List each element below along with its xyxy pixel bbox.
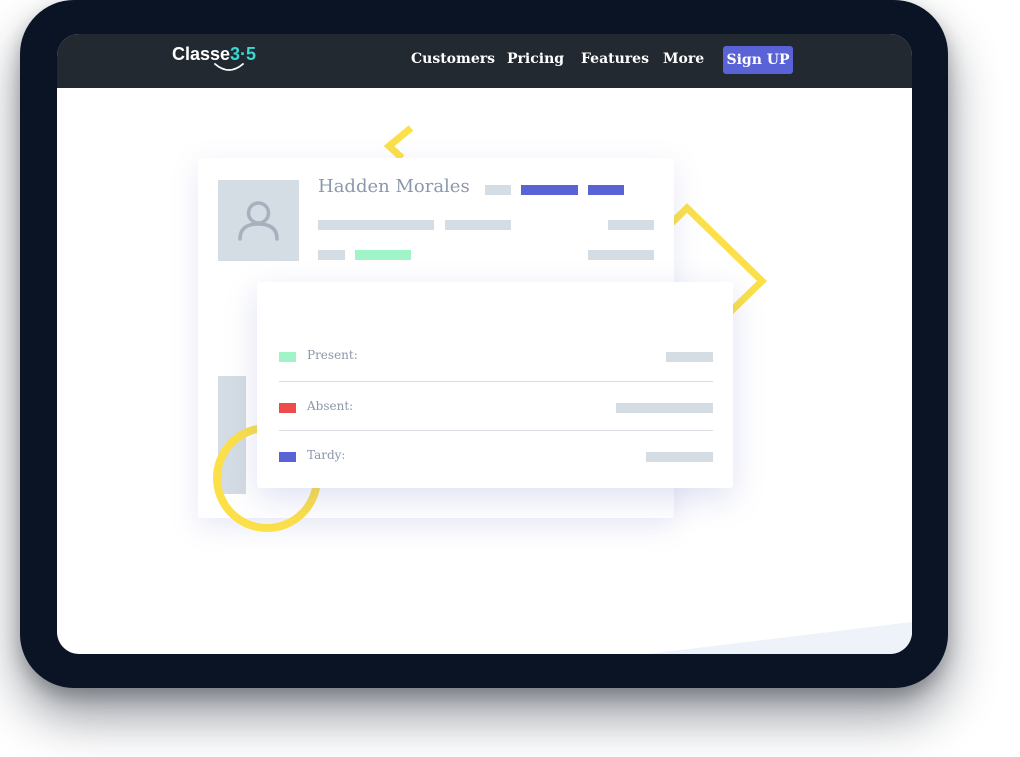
tablet-frame: Classe3·5 Customers Pricing Features Mor…	[20, 0, 948, 688]
tablet-screen: Classe3·5 Customers Pricing Features Mor…	[57, 34, 912, 654]
background-wedge-shape	[647, 622, 912, 654]
background-wedge	[647, 622, 912, 654]
